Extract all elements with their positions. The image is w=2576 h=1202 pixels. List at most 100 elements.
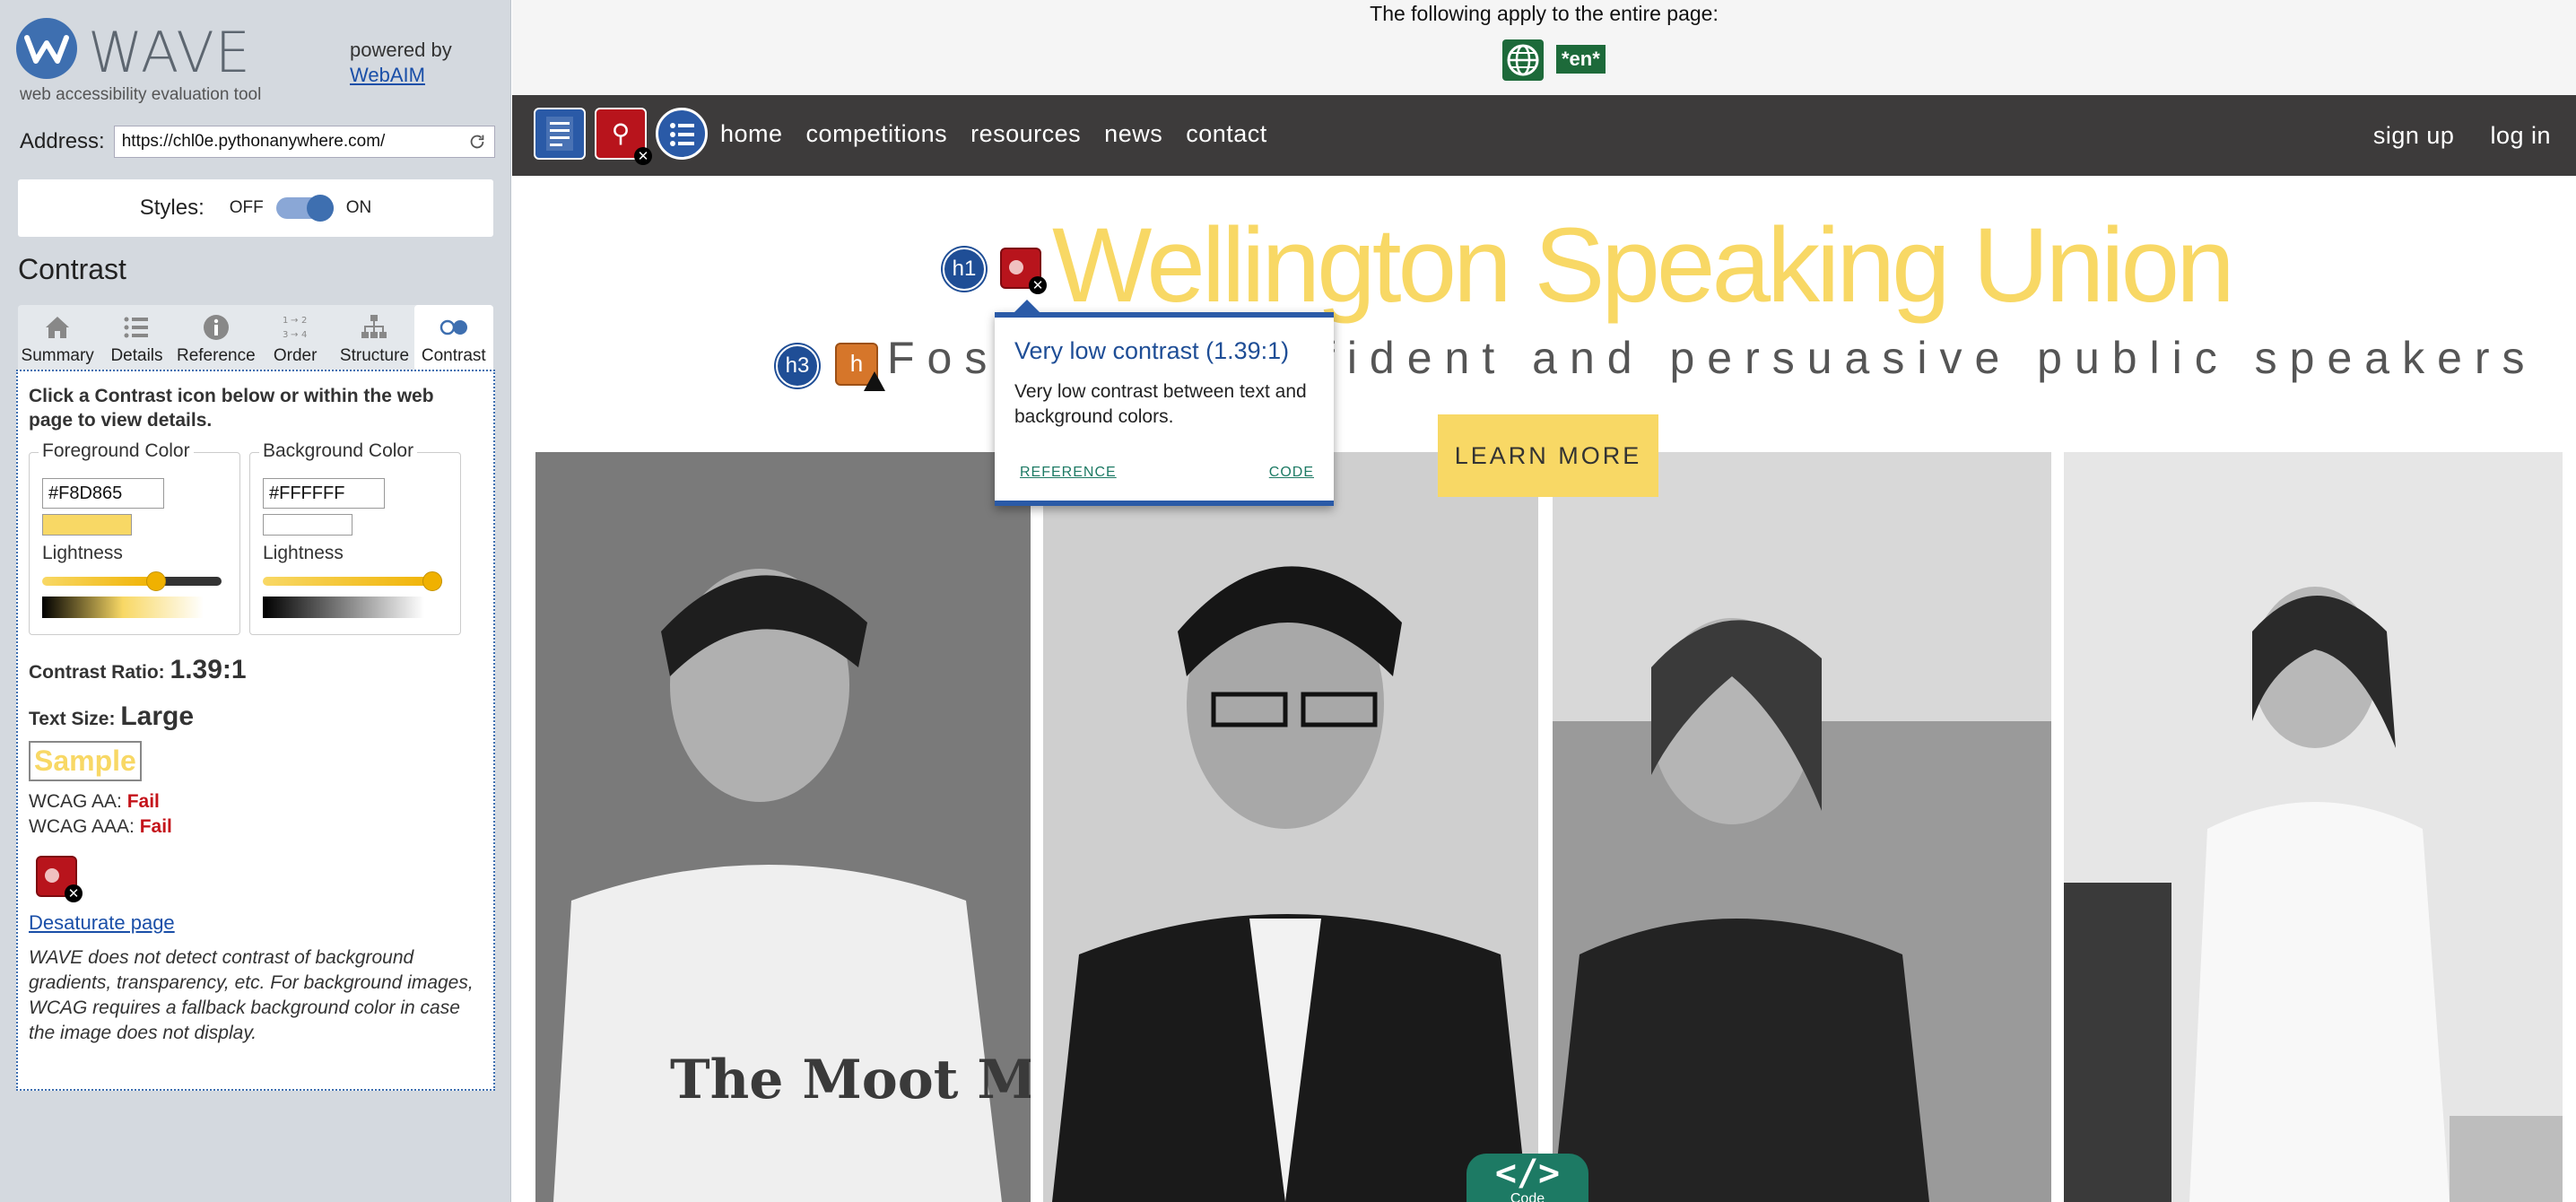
code-toggle-label: Code [1510,1191,1545,1202]
code-icon: </> [1494,1153,1561,1194]
foreground-slider-knob[interactable] [145,571,166,591]
wave-sidebar: WAVE web accessibility evaluation tool p… [0,0,511,1202]
wcag-aa-status: Fail [126,791,160,812]
text-size: Text Size: Large [29,701,194,732]
tab-label: Order [273,346,318,365]
nav-log-in[interactable]: log in [2490,122,2551,150]
styles-on-label: ON [345,198,372,217]
background-slider-knob[interactable] [422,571,442,591]
styles-toggle-knob [306,195,334,222]
error-x-icon: ✕ [634,147,652,165]
styles-toggle[interactable] [275,195,334,222]
tooltip-code-link[interactable]: CODE [1269,465,1314,481]
tab-contrast[interactable]: Contrast [413,305,493,370]
tab-label: Contrast [421,346,486,365]
wave-title: WAVE [88,20,251,85]
webaim-link[interactable]: WebAIM [350,64,425,86]
powered-by: powered by WebAIM [350,38,452,88]
contrast-error-icon[interactable]: ✕ [36,856,83,902]
contrast-tab-icon [439,319,467,335]
tab-order[interactable]: 1 → 2 3 → 4 Order [256,305,335,370]
address-input[interactable] [121,132,467,152]
nav-error-icon[interactable]: ⚲ ✕ [595,108,652,165]
photo-speaker-1: The Moot Must Fall. [535,452,1031,1202]
wave-tabs: Summary Details Reference 1 → 2 3 → 4 Order S… [18,305,493,370]
text-size-label: Text Size: [29,709,116,729]
nav-news[interactable]: news [1104,120,1162,148]
error-x-icon: ✕ [1029,276,1047,294]
language-badge[interactable]: *en* [1556,45,1606,74]
foreground-swatch [42,514,132,536]
contrast-tooltip: Very low contrast (1.39:1) Very low cont… [995,300,1334,506]
nav-home[interactable]: home [720,120,783,148]
wcag-aa-result: WCAG AA: Fail [29,791,160,813]
wcag-aa-label: WCAG AA: [29,791,122,812]
nav-resources[interactable]: resources [970,120,1081,148]
tab-label: Reference [176,346,256,365]
evaluated-page: The following apply to the entire page: … [512,0,2576,1202]
photo-speaker-2 [1043,452,1538,1202]
wcag-aaa-label: WCAG AAA: [29,816,135,837]
text-size-value: Large [120,701,195,731]
nav-competitions[interactable]: competitions [806,120,948,148]
nav-contact[interactable]: contact [1186,120,1267,148]
contrast-ratio-value: 1.39:1 [170,655,247,684]
svg-text:4: 4 [301,330,307,340]
foreground-lightness-slider[interactable] [42,571,222,591]
learn-more-button[interactable]: LEARN MORE [1438,414,1658,497]
code-toggle-button[interactable]: </> Code [1466,1154,1588,1202]
contrast-disclaimer: WAVE does not detect contrast of backgro… [29,947,474,1043]
tab-label: Summary [21,346,94,365]
nav-sign-up[interactable]: sign up [2373,122,2455,150]
background-lightness-slider[interactable] [263,571,442,591]
styles-panel: Styles: OFF ON [18,179,493,237]
foreground-legend: Foreground Color [39,440,194,462]
contrast-instructions: Click a Contrast icon below or within th… [29,386,434,431]
tab-summary[interactable]: Summary [18,305,97,370]
structure-icon [361,315,387,338]
contrast-sample: Sample [29,741,142,781]
wave-tagline: web accessibility evaluation tool [20,85,262,104]
heading-alert-icon[interactable]: h [835,343,885,391]
photo-speaker-4 [2064,452,2563,1202]
contrast-panel: Click a Contrast icon below or within th… [16,370,495,1091]
h1-heading-icon[interactable]: h1 [943,248,986,291]
desaturate-page-link[interactable]: Desaturate page [29,911,175,935]
photo-speaker-3 [1553,452,2051,1202]
h3-heading-icon[interactable]: h3 [776,344,819,388]
nav-links: home competitions resources news contact [720,120,1267,148]
list-icon [124,317,149,338]
order-icon: 1 → 2 3 → 4 [283,316,307,340]
contrast-ratio-label: Contrast Ratio: [29,662,165,683]
background-swatch [263,514,352,536]
reload-icon[interactable] [467,132,487,152]
globe-icon[interactable] [1502,39,1544,81]
tooltip-title: Very low contrast (1.39:1) [1014,337,1290,364]
tab-label: Structure [339,346,410,365]
site-navbar: ⚲ ✕ home competitions resources news cont… [512,95,2576,176]
foreground-hex-input[interactable] [42,478,164,509]
warning-icon [864,371,885,391]
styles-off-label: OFF [229,198,264,217]
tooltip-reference-link[interactable]: REFERENCE [1020,465,1117,481]
info-icon [203,315,229,340]
tab-details[interactable]: Details [97,305,176,370]
wcag-aaa-result: WCAG AAA: Fail [29,816,172,838]
site-title: Wellington Speaking Union [1052,206,2235,325]
address-label: Address: [20,129,105,153]
foreground-gradient-bar [42,597,204,618]
contrast-ratio: Contrast Ratio: 1.39:1 [29,655,247,685]
tab-reference[interactable]: Reference [177,305,256,370]
tab-structure[interactable]: Structure [335,305,413,370]
address-row: Address: [20,126,495,158]
svg-text:→: → [291,316,298,326]
title-contrast-error-icon[interactable]: ✕ [1000,248,1047,294]
foreground-lightness-label: Lightness [42,543,123,563]
address-box [113,126,495,158]
background-legend: Background Color [259,440,418,462]
error-x-icon: ✕ [65,884,83,902]
styles-label: Styles: [139,196,205,220]
background-hex-input[interactable] [263,478,385,509]
list-structure-icon[interactable] [656,108,708,160]
css-document-icon[interactable] [534,108,586,160]
